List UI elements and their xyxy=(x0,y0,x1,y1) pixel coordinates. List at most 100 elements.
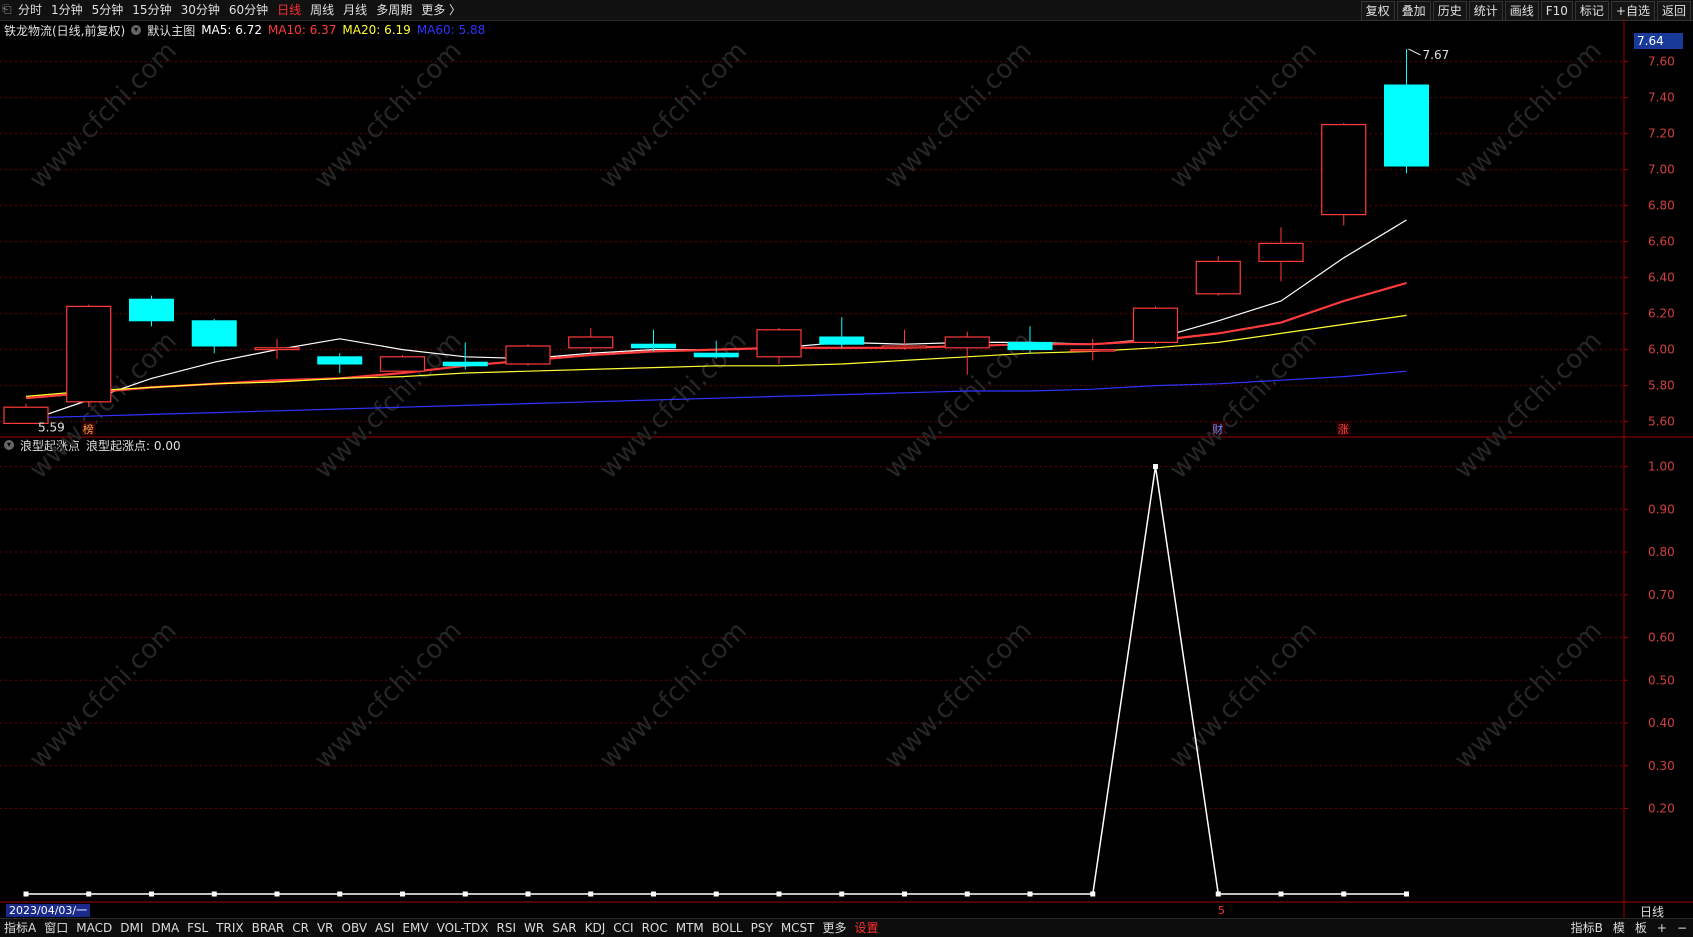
indicator-tab[interactable]: VR xyxy=(317,920,334,936)
indicator-tab[interactable]: OBV xyxy=(342,920,368,936)
toolbar-button[interactable]: 统计 xyxy=(1468,1,1503,21)
y-tick-label: 7.40 xyxy=(1648,91,1675,105)
chart-canvas[interactable]: www.cfchi.com www.cfchi.com www.cfchi.com w… xyxy=(0,0,1693,936)
bottom-right-button[interactable]: − xyxy=(1677,920,1687,936)
settings-circle-icon[interactable]: ▾ xyxy=(131,25,142,35)
indicator-tab[interactable]: FSL xyxy=(187,920,208,936)
toolbar-button[interactable]: 返回 xyxy=(1656,1,1691,21)
indicator-tab[interactable]: CR xyxy=(292,920,309,936)
toolbar-button[interactable]: 标记 xyxy=(1574,1,1609,21)
indicator-point xyxy=(964,891,970,897)
indicator-tab[interactable]: SAR xyxy=(552,920,576,936)
period-tab[interactable]: 周线 xyxy=(310,2,334,18)
y-tick-label: 5.80 xyxy=(1648,379,1675,393)
y-tick-label: 0.30 xyxy=(1648,759,1675,773)
indicator-point xyxy=(149,891,154,897)
period-tab[interactable]: 多周期 xyxy=(376,2,412,18)
toolbar-button[interactable]: F10 xyxy=(1540,1,1573,21)
bottom-right-button[interactable]: + xyxy=(1657,920,1667,936)
y-tick-label: 0.20 xyxy=(1648,802,1675,816)
watermark-text: www.cfchi.com xyxy=(24,326,183,485)
indicator-point xyxy=(1027,891,1033,897)
indicator-line xyxy=(26,466,1407,895)
candle-body xyxy=(944,336,990,349)
y-tick-label: 6.20 xyxy=(1648,307,1675,321)
stock-title[interactable]: 铁龙物流(日线,前复权) xyxy=(4,22,125,39)
main-chart-template[interactable]: 默认主图 xyxy=(147,22,195,39)
indicator-tab[interactable]: RSI xyxy=(497,920,517,936)
candle xyxy=(1132,306,1179,345)
period-tab[interactable]: 月线 xyxy=(343,2,367,18)
indicator-point xyxy=(1341,891,1347,897)
indicator-point xyxy=(651,891,656,897)
toolbar-button[interactable]: +自选 xyxy=(1610,1,1655,21)
indicator-point xyxy=(525,891,531,897)
period-tab[interactable]: 更多 〉 xyxy=(421,2,461,18)
candle-body xyxy=(3,406,49,425)
indicator-point xyxy=(23,891,29,897)
toolbar-button[interactable]: 叠加 xyxy=(1396,1,1431,21)
bottom-right-button[interactable]: 模 xyxy=(1613,920,1625,936)
ma10-label: MA10: 6.37 xyxy=(267,23,337,37)
candle-body xyxy=(317,356,363,365)
indicator-circle-icon[interactable]: ▾ xyxy=(4,440,14,450)
indicator-tab[interactable]: 更多 xyxy=(823,920,847,936)
bottom-right-button[interactable]: 板 xyxy=(1635,920,1647,936)
indicator-point xyxy=(776,891,782,897)
period-tab[interactable]: 15分钟 xyxy=(132,2,171,18)
window-menu-icon[interactable]: ⎗ xyxy=(2,2,12,17)
indicator-tab[interactable]: ROC xyxy=(642,920,668,936)
candle xyxy=(317,353,363,373)
cursor-date: 2023/04/03/一 xyxy=(6,904,91,917)
indicator-point xyxy=(400,891,405,897)
date-marker: 5 xyxy=(1218,904,1225,917)
indicator-tab[interactable]: WR xyxy=(524,920,544,936)
candle-body xyxy=(1195,260,1241,295)
watermark-text: www.cfchi.com xyxy=(879,326,1038,485)
indicator-tab[interactable]: VOL-TDX xyxy=(437,920,489,936)
ma20-label: MA20: 6.19 xyxy=(342,23,411,37)
period-tab[interactable]: 5分钟 xyxy=(92,2,124,18)
high-price-pointer xyxy=(1408,48,1421,56)
watermark-text: www.cfchi.com xyxy=(309,326,468,485)
main-chart-info: 铁龙物流(日线,前复权) ▾ 默认主图 MA5: 6.72 MA10: 6.37… xyxy=(4,22,485,38)
toolbar-button[interactable]: 复权 xyxy=(1360,1,1395,21)
indicator-tab[interactable]: CCI xyxy=(613,920,633,936)
bottom-right-button[interactable]: 指标B xyxy=(1571,920,1603,936)
indicator-tab[interactable]: KDJ xyxy=(585,920,606,936)
toolbar-button[interactable]: 画线 xyxy=(1504,1,1539,21)
indicator-tab[interactable]: MACD xyxy=(76,920,112,936)
indicator-tab[interactable]: DMA xyxy=(151,920,179,936)
candle-body xyxy=(1321,123,1367,216)
indicator-tab[interactable]: DMI xyxy=(120,920,143,936)
period-tab[interactable]: 日线 xyxy=(277,2,301,18)
period-tab[interactable]: 分时 xyxy=(18,2,42,18)
indicator-tab[interactable]: 窗口 xyxy=(44,920,68,936)
indicator-tab[interactable]: ASI xyxy=(375,920,394,936)
candle xyxy=(379,355,426,373)
watermark-text: www.cfchi.com xyxy=(1164,326,1323,485)
indicator-tab[interactable]: EMV xyxy=(402,920,428,936)
current-price-badge: 7.64 xyxy=(1634,33,1683,49)
toolbar-right-buttons: 复权 叠加 历史 统计 画线 F10 标记 +自选 返回 xyxy=(1360,1,1691,21)
indicator-tab[interactable]: PSY xyxy=(751,920,773,936)
indicator-tab[interactable]: MCST xyxy=(781,920,815,936)
toolbar-button[interactable]: 历史 xyxy=(1432,1,1467,21)
indicator-point xyxy=(211,891,217,897)
indicator-tab[interactable]: BOLL xyxy=(712,920,743,936)
candle xyxy=(191,319,237,354)
period-tab[interactable]: 60分钟 xyxy=(229,2,268,18)
indicator-tab[interactable]: BRAR xyxy=(252,920,285,936)
period-tab[interactable]: 30分钟 xyxy=(181,2,220,18)
candle xyxy=(442,342,488,370)
period-tab[interactable]: 1分钟 xyxy=(51,2,83,18)
y-tick-label: 0.50 xyxy=(1648,673,1675,687)
indicator-tab[interactable]: 设置 xyxy=(855,920,879,936)
indicator-tab[interactable]: MTM xyxy=(676,920,704,936)
event-marker: 财 xyxy=(1212,422,1223,436)
indicator-name[interactable]: 浪型起涨点 xyxy=(20,437,80,454)
candle-body xyxy=(1132,307,1179,344)
indicator-tab[interactable]: TRIX xyxy=(216,920,243,936)
y-tick-label: 7.00 xyxy=(1648,163,1675,177)
indicator-tab[interactable]: 指标A xyxy=(4,920,36,936)
